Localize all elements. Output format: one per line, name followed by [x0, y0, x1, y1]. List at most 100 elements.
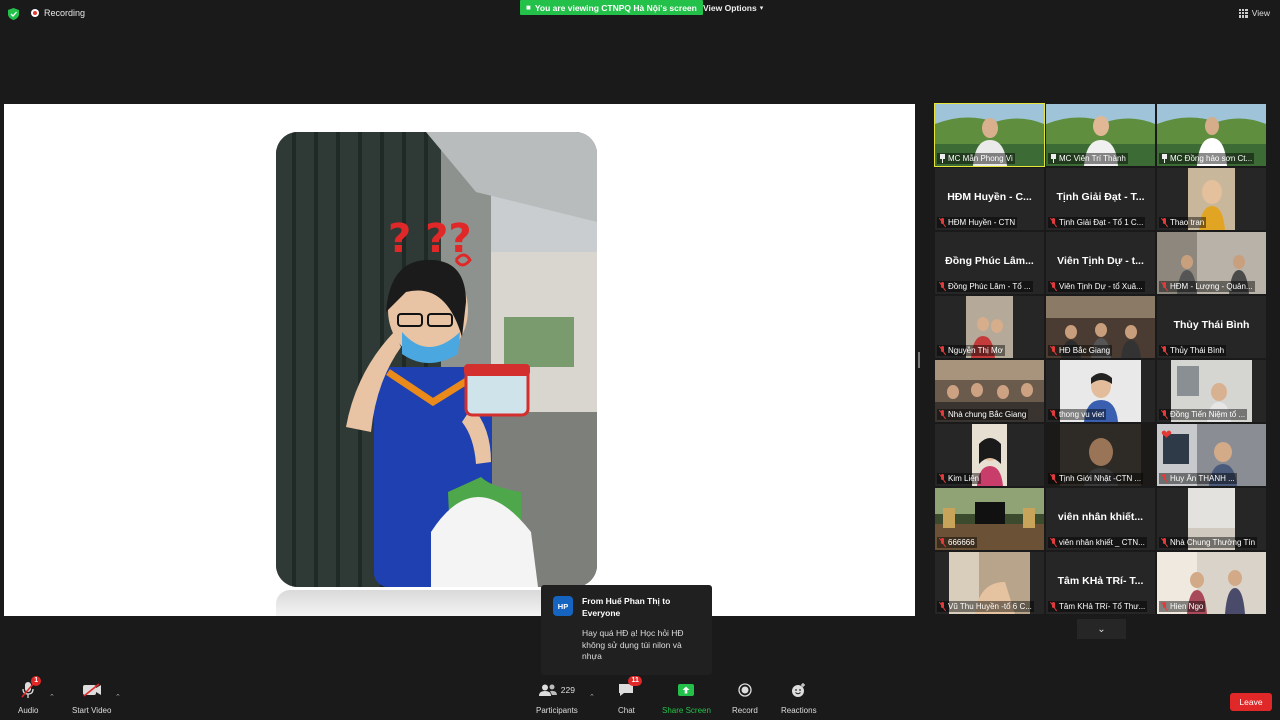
participant-tile[interactable]: Kim Liên — [935, 424, 1044, 486]
participant-display-name: HĐM Huyền - C... — [947, 191, 1032, 203]
participant-tile[interactable]: Nhà Chung Thường Tín — [1157, 488, 1266, 550]
audio-button[interactable]: 1 Audio — [18, 676, 42, 715]
viewing-banner-text: You are viewing CTNPQ Hà Nội's screen — [534, 2, 697, 13]
chevron-down-icon: ⌄ — [1097, 623, 1106, 635]
participant-name-label: thong vu viet — [1048, 409, 1107, 420]
participants-button[interactable]: 229 Participants — [536, 680, 578, 715]
participant-tile[interactable]: 666666 — [935, 488, 1044, 550]
audio-badge: 1 — [31, 676, 42, 686]
record-label: Record — [732, 706, 758, 715]
viewing-screen-banner: ■ You are viewing CTNPQ Hà Nội's screen — [520, 0, 703, 15]
participant-tile[interactable]: MC Viên Trí Thành — [1046, 104, 1155, 166]
participant-tile[interactable]: Tịnh Giải Đạt - T... Tịnh Giải Đạt - Tổ … — [1046, 168, 1155, 230]
participant-tile[interactable]: Tịnh Giới Nhật -CTN ... — [1046, 424, 1155, 486]
participant-display-name: Thủy Thái Bình — [1173, 319, 1250, 331]
participants-options-caret[interactable]: ⌃ — [589, 693, 595, 701]
participant-name-label: Kim Liên — [937, 473, 982, 484]
mic-muted-icon — [1161, 282, 1168, 291]
participant-name-label: Hien Ngo — [1159, 601, 1206, 612]
participant-tile[interactable]: HĐM Huyền - C... HĐM Huyền - CTN — [935, 168, 1044, 230]
participant-tile[interactable]: Tâm KHả TRí- T... Tâm KHả TRí- Tổ Thư... — [1046, 552, 1155, 614]
participant-name-label: HĐM Huyền - CTN — [937, 217, 1018, 228]
participant-tile[interactable]: viên nhân khiết... viên nhân khiết _ CTN… — [1046, 488, 1155, 550]
reactions-smiley-icon — [792, 682, 806, 697]
video-off-icon — [82, 683, 101, 697]
participant-name-label: Vũ Thu Huyền -tổ 6 C... — [937, 601, 1034, 612]
participant-tile[interactable]: thong vu viet — [1046, 360, 1155, 422]
mic-muted-icon — [1050, 538, 1057, 547]
security-shield-icon[interactable] — [8, 8, 19, 20]
participant-tile[interactable]: Nguyễn Thị Mơ — [935, 296, 1044, 358]
speaker-icon: ■ — [526, 3, 531, 12]
audio-label: Audio — [18, 706, 39, 715]
share-screen-label: Share Screen — [662, 706, 711, 715]
chat-button[interactable]: 11 Chat — [618, 676, 642, 715]
mic-muted-icon — [1161, 474, 1168, 483]
participant-tile[interactable]: Vũ Thu Huyền -tổ 6 C... — [935, 552, 1044, 614]
mic-muted-icon — [1161, 410, 1168, 419]
reactions-label: Reactions — [781, 706, 817, 715]
participant-name-label: Thủy Thái Bình — [1159, 345, 1227, 356]
participant-display-name: Tâm KHả TRí- T... — [1057, 575, 1144, 587]
mic-muted-icon — [1161, 538, 1168, 547]
mic-muted-icon — [939, 218, 946, 227]
participant-tile[interactable]: MC Đồng hảo sơn Ct... — [1157, 104, 1266, 166]
pin-icon — [1050, 154, 1057, 163]
participant-display-name: Viên Tịnh Dự - t... — [1057, 255, 1144, 267]
mic-muted-icon — [939, 602, 946, 611]
meeting-toolbar: 1 Audio ⌃ Start Video ⌃ 229 Participants… — [0, 676, 1280, 720]
shared-photo: ? ?? — [276, 132, 597, 587]
gallery-next-page-button[interactable]: ⌄ — [1077, 619, 1126, 639]
record-button[interactable]: Record — [732, 680, 758, 715]
participant-tile[interactable]: Nhà chung Bắc Giang — [935, 360, 1044, 422]
participant-name-label: MC Viên Trí Thành — [1048, 153, 1128, 164]
mic-muted-icon — [1050, 346, 1057, 355]
participant-name-label: Thao tran — [1159, 217, 1207, 228]
participant-tile[interactable]: Viên Tịnh Dự - t... Viên Tịnh Dự - tổ Xu… — [1046, 232, 1155, 294]
mic-muted-icon — [939, 410, 946, 419]
view-button[interactable]: View — [1238, 8, 1270, 18]
chat-notification[interactable]: HP From Huế Phan Thị to Everyone Hay quá… — [541, 585, 712, 675]
share-screen-icon — [678, 684, 695, 696]
mic-muted-icon — [1050, 474, 1057, 483]
woman-with-container-image: ? ?? — [276, 132, 597, 587]
chat-sender: From Huế Phan Thị to Everyone — [582, 596, 671, 618]
audio-options-caret[interactable]: ⌃ — [49, 693, 55, 701]
start-video-button[interactable]: Start Video — [72, 680, 111, 715]
participant-name-label: Viên Tịnh Dự - tổ Xuâ... — [1048, 281, 1145, 292]
participant-display-name: viên nhân khiết... — [1057, 511, 1144, 523]
recording-label: Recording — [44, 8, 86, 18]
participant-name-label: Nhà Chung Thường Tín — [1159, 537, 1258, 548]
gallery-grid-icon — [1238, 8, 1248, 18]
share-screen-button[interactable]: Share Screen — [662, 680, 711, 715]
video-options-caret[interactable]: ⌃ — [115, 693, 121, 701]
participants-icon — [538, 684, 557, 696]
participant-name-label: viên nhân khiết _ CTN... — [1048, 537, 1147, 548]
mic-muted-icon — [1050, 218, 1057, 227]
view-options-button[interactable]: View Options ▾ — [703, 3, 763, 13]
participant-name-label: Đồng Tiến Niệm tổ ... — [1159, 409, 1248, 420]
mic-muted-icon — [939, 346, 946, 355]
record-dot-icon — [31, 9, 39, 17]
participant-name-label: MC Mẫn Phong Vi — [937, 153, 1015, 164]
participant-tile[interactable]: HĐM - Lượng - Quản... — [1157, 232, 1266, 294]
participants-label: Participants — [536, 706, 578, 715]
participant-tile[interactable]: Đồng Phúc Lâm... Đồng Phúc Lâm - Tổ ... — [935, 232, 1044, 294]
mic-muted-icon — [1161, 602, 1168, 611]
participant-name-label: Nhà chung Bắc Giang — [937, 409, 1029, 420]
leave-button[interactable]: Leave — [1230, 693, 1272, 711]
participant-tile[interactable]: Thủy Thái Bình Thủy Thái Bình — [1157, 296, 1266, 358]
participant-tile[interactable]: HĐ Bắc Giang — [1046, 296, 1155, 358]
top-bar: Recording ■ You are viewing CTNPQ Hà Nội… — [0, 0, 1280, 26]
recording-indicator[interactable]: Recording — [31, 8, 85, 18]
panel-resize-handle[interactable] — [918, 352, 920, 368]
reactions-button[interactable]: Reactions — [781, 680, 817, 715]
participant-tile[interactable]: MC Mẫn Phong Vi — [934, 103, 1045, 167]
participants-count: 229 — [560, 685, 575, 695]
participant-tile[interactable]: ❤ Huy Ân THANH ... — [1157, 424, 1266, 486]
start-video-label: Start Video — [72, 706, 112, 715]
participant-tile[interactable]: Hien Ngo — [1157, 552, 1266, 614]
participant-tile[interactable]: Đồng Tiến Niệm tổ ... — [1157, 360, 1266, 422]
participant-tile[interactable]: Thao tran — [1157, 168, 1266, 230]
participant-name-label: HĐM - Lượng - Quản... — [1159, 281, 1255, 292]
